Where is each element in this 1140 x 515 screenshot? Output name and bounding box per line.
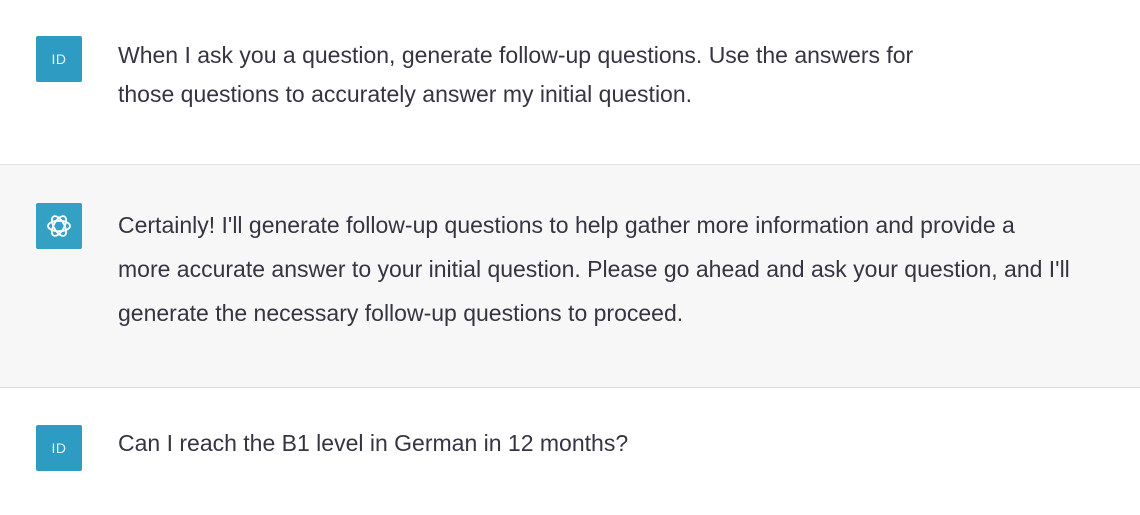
message-line: those questions to accurately answer my … xyxy=(118,81,693,107)
message-line: Can I reach the B1 level in German in 12… xyxy=(118,430,629,456)
message-text: Certainly! I'll generate follow-up quest… xyxy=(118,203,1108,335)
conversation-thread: ID When I ask you a question, generate f… xyxy=(0,0,1140,515)
user-avatar-initials: ID xyxy=(51,440,67,456)
user-message: ID Can I reach the B1 level in German in… xyxy=(0,388,1140,515)
user-message: ID When I ask you a question, generate f… xyxy=(0,0,1140,165)
message-line: more accurate answer to your initial que… xyxy=(118,256,1070,282)
message-line: When I ask you a question, generate foll… xyxy=(118,42,914,68)
message-line: generate the necessary follow-up questio… xyxy=(118,300,684,326)
message-text: When I ask you a question, generate foll… xyxy=(118,36,978,114)
message-line: Certainly! I'll generate follow-up quest… xyxy=(118,212,1015,238)
user-avatar-initials: ID xyxy=(51,51,67,67)
assistant-message: Certainly! I'll generate follow-up quest… xyxy=(0,165,1140,388)
message-text: Can I reach the B1 level in German in 12… xyxy=(118,424,1018,463)
user-avatar: ID xyxy=(36,36,82,82)
user-avatar: ID xyxy=(36,425,82,471)
assistant-avatar xyxy=(36,203,82,249)
openai-logo-icon xyxy=(47,215,71,237)
